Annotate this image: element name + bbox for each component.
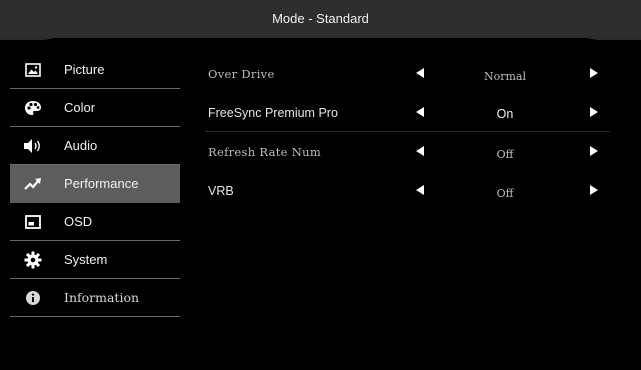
sidebar-item-system[interactable]: System: [10, 241, 180, 279]
setting-value: On: [496, 107, 514, 121]
setting-value: Off: [496, 187, 514, 200]
sidebar: Picture Color Audio Performance OSD Syst…: [10, 51, 180, 317]
osd-icon: [22, 211, 44, 233]
setting-row-over-drive[interactable]: Over Drive Normal: [195, 56, 615, 95]
palette-icon: [22, 97, 44, 119]
sidebar-item-label: Performance: [64, 176, 139, 191]
arrow-left-icon[interactable]: [413, 66, 427, 80]
sidebar-item-label: Color: [64, 100, 96, 115]
arrow-left-icon[interactable]: [413, 144, 427, 158]
arrow-right-icon[interactable]: [587, 105, 601, 119]
setting-label: Over Drive: [208, 67, 275, 81]
settings-panel: Over Drive Normal FreeSync Premium Pro O…: [195, 56, 615, 212]
trend-icon: [22, 173, 44, 195]
setting-label: FreeSync Premium Pro: [208, 106, 338, 120]
arrow-right-icon[interactable]: [587, 144, 601, 158]
picture-icon: [22, 59, 44, 81]
setting-row-freesync[interactable]: FreeSync Premium Pro On: [195, 95, 615, 134]
arrow-left-icon[interactable]: [413, 105, 427, 119]
sidebar-item-audio[interactable]: Audio: [10, 127, 180, 165]
setting-label: VRB: [208, 184, 234, 198]
sidebar-item-label: Picture: [64, 62, 105, 77]
arrow-right-icon[interactable]: [587, 183, 601, 197]
sidebar-item-label: Information: [64, 290, 140, 305]
setting-row-vrb[interactable]: VRB Off: [195, 173, 615, 212]
setting-row-refresh-rate-num[interactable]: Refresh Rate Num Off: [195, 134, 615, 173]
setting-value: Normal: [483, 70, 526, 83]
speaker-icon: [22, 135, 44, 157]
setting-value: Off: [496, 148, 514, 161]
sidebar-item-osd[interactable]: OSD: [10, 203, 180, 241]
sidebar-item-performance[interactable]: Performance: [10, 165, 180, 203]
arrow-left-icon[interactable]: [413, 183, 427, 197]
sidebar-item-label: System: [64, 252, 108, 267]
osd-header: Mode - Standard: [0, 0, 641, 40]
gear-icon: [22, 249, 44, 271]
sidebar-item-information[interactable]: Information: [10, 279, 180, 317]
arrow-right-icon[interactable]: [587, 66, 601, 80]
setting-label: Refresh Rate Num: [208, 145, 322, 159]
sidebar-item-picture[interactable]: Picture: [10, 51, 180, 89]
sidebar-item-label: Audio: [64, 138, 98, 153]
page-title: Mode - Standard: [272, 11, 369, 26]
sidebar-item-label: OSD: [64, 214, 93, 229]
info-icon: [22, 287, 44, 309]
sidebar-item-color[interactable]: Color: [10, 89, 180, 127]
